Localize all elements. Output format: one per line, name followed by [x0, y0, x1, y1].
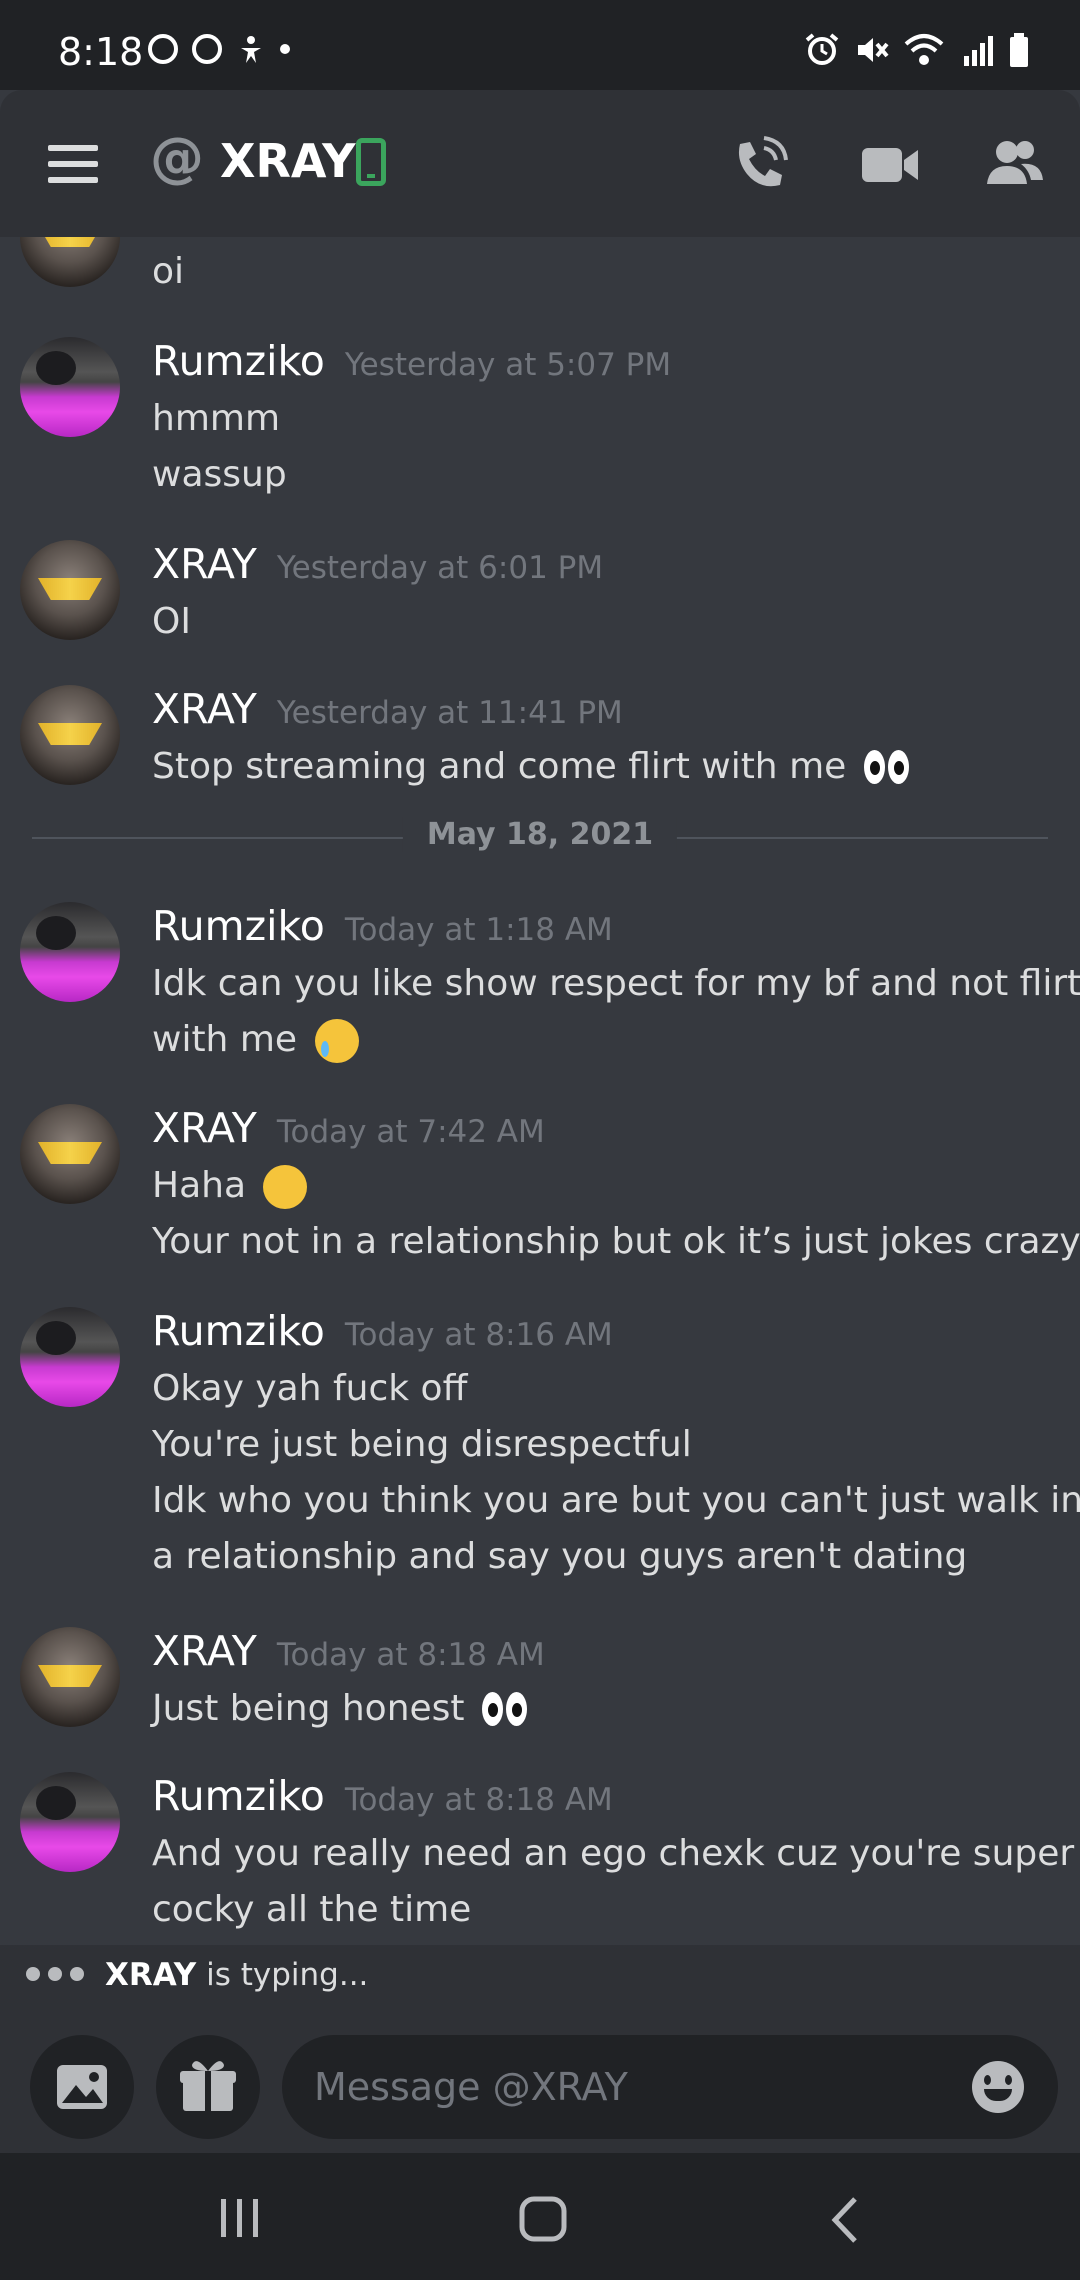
message-text: hmmm [152, 398, 281, 439]
message-author[interactable]: XRAY [152, 685, 257, 733]
message-text: Your not in a relationship but ok it’s j… [152, 1221, 1080, 1262]
emoji-icon[interactable] [972, 2061, 1024, 2113]
hamburger-menu-icon[interactable] [48, 145, 98, 183]
message-text: Stop streaming and come flirt with me [152, 746, 847, 787]
typing-text: XRAY is typing... [105, 1957, 369, 1993]
message-composer: Message @XRAY [0, 2005, 1080, 2153]
message-text: You're just being disrespectful [152, 1424, 692, 1465]
messenger-icon [148, 34, 178, 64]
avatar-xray[interactable] [20, 540, 120, 640]
message-input-placeholder: Message @XRAY [314, 2065, 628, 2109]
message-text: cocky all the time [152, 1889, 472, 1930]
android-nav-bar [0, 2153, 1080, 2280]
back-icon[interactable] [825, 2195, 865, 2245]
avatar-xray[interactable] [20, 237, 120, 287]
home-icon[interactable] [518, 2195, 568, 2245]
typing-indicator: XRAY is typing... [0, 1945, 1080, 2005]
avatar-rumziko[interactable] [20, 902, 120, 1002]
message-text: Okay yah fuck off [152, 1368, 468, 1409]
laughing-emoji-icon [263, 1165, 308, 1209]
alarm-icon [805, 33, 839, 65]
crying-face-emoji-icon [314, 1019, 359, 1063]
avatar-xray[interactable] [20, 1104, 120, 1204]
attach-image-button[interactable] [30, 2035, 134, 2139]
channel-title: XRAY [220, 134, 356, 188]
video-camera-icon[interactable] [860, 136, 920, 192]
message-timestamp: Today at 8:18 AM [344, 1782, 613, 1818]
typing-dots-icon [26, 1967, 84, 1981]
message-author[interactable]: XRAY [152, 1104, 257, 1152]
gift-button[interactable] [156, 2035, 260, 2139]
members-icon[interactable] [985, 136, 1045, 192]
message-text: Idk who you think you are but you can't … [152, 1480, 1080, 1521]
battery-icon [1010, 33, 1028, 67]
signal-icon [964, 36, 993, 66]
message-timestamp: Yesterday at 11:41 PM [276, 695, 623, 731]
message-text: Idk can you like show respect for my bf … [152, 963, 1080, 1004]
status-left-icons [148, 34, 290, 64]
date-divider-label: May 18, 2021 [402, 817, 678, 852]
status-time: 8:18 [58, 30, 144, 74]
accessibility-icon [241, 36, 261, 63]
message-text: OI [152, 601, 191, 642]
date-divider: May 18, 2021 [32, 817, 1048, 852]
message-author[interactable]: XRAY [152, 1627, 257, 1675]
mute-icon [858, 38, 889, 62]
phone-call-icon[interactable] [730, 136, 790, 192]
message-timestamp: Today at 8:18 AM [276, 1637, 545, 1673]
message-author[interactable]: XRAY [152, 540, 257, 588]
status-right-icons [804, 32, 1030, 68]
message-author[interactable]: Rumziko [152, 1772, 325, 1820]
message-input[interactable]: Message @XRAY [282, 2035, 1058, 2139]
notification-dot-icon [280, 44, 290, 54]
message-text: with me [152, 1019, 298, 1060]
message-text: wassup [152, 454, 287, 495]
message-author[interactable]: Rumziko [152, 1307, 325, 1355]
do-not-disturb-icon [192, 34, 222, 64]
message-timestamp: Today at 8:16 AM [344, 1317, 613, 1353]
wifi-icon [904, 34, 944, 65]
avatar-xray[interactable] [20, 685, 120, 785]
recent-apps-icon[interactable] [215, 2195, 265, 2241]
avatar-rumziko[interactable] [20, 1772, 120, 1872]
avatar-rumziko[interactable] [20, 337, 120, 437]
message-text: Haha [152, 1165, 247, 1206]
message-timestamp: Yesterday at 5:07 PM [344, 347, 672, 383]
message-list[interactable]: oi Rumziko Yesterday at 5:07 PM hmmm was… [0, 237, 1080, 1945]
message-text: oi [152, 251, 185, 292]
image-icon [57, 2065, 107, 2109]
message-text: a relationship and say you guys aren't d… [152, 1536, 968, 1577]
status-bar: 8:18 [0, 0, 1080, 90]
eyes-emoji-icon [482, 1692, 528, 1728]
chat-header: @ XRAY [0, 90, 1080, 237]
avatar-xray[interactable] [20, 1627, 120, 1727]
message-text: Just being honest [152, 1688, 465, 1729]
message-text: And you really need an ego chexk cuz you… [152, 1833, 1075, 1874]
mobile-status-icon [356, 138, 386, 186]
message-timestamp: Yesterday at 6:01 PM [276, 550, 604, 586]
gift-icon [180, 2061, 236, 2111]
eyes-emoji-icon [863, 750, 910, 786]
message-timestamp: Today at 7:42 AM [276, 1114, 545, 1150]
message-timestamp: Today at 1:18 AM [344, 912, 613, 948]
avatar-rumziko[interactable] [20, 1307, 120, 1407]
message-author[interactable]: Rumziko [152, 902, 325, 950]
at-icon: @ [150, 126, 204, 189]
message-author[interactable]: Rumziko [152, 337, 325, 385]
